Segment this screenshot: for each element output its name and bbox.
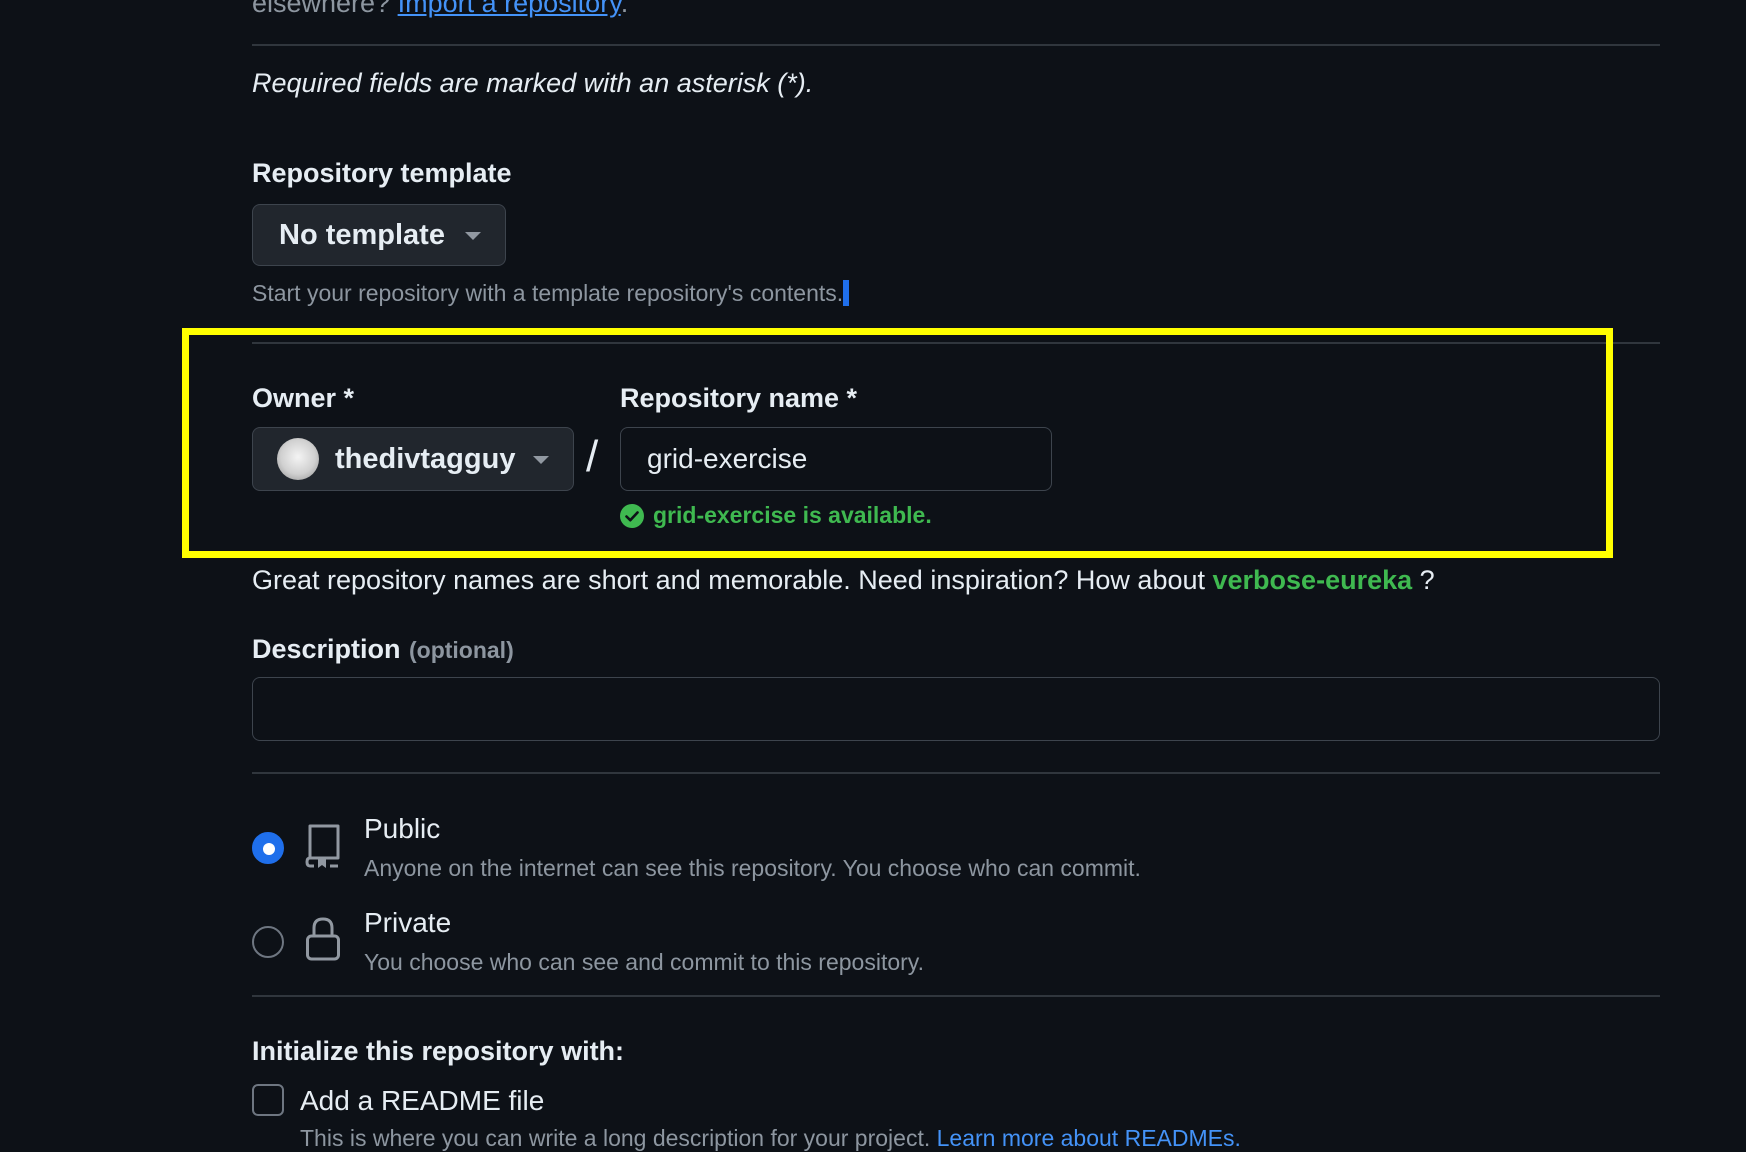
chevron-down-icon: [533, 456, 549, 464]
repo-name-label: Repository name *: [620, 383, 858, 413]
suggestion-suffix: ?: [1419, 565, 1435, 595]
availability-message: grid-exercise is available.: [620, 502, 932, 529]
import-suffix: .: [620, 0, 629, 18]
divider-description: [252, 772, 1660, 774]
repo-icon: [304, 822, 342, 870]
public-description: Anyone on the internet can see this repo…: [364, 855, 1141, 881]
owner-repo-separator: /: [586, 432, 599, 481]
import-repository-link[interactable]: Import a repository: [398, 0, 621, 18]
avatar: [277, 438, 319, 480]
template-help-text: Start your repository with a template re…: [252, 280, 850, 307]
owner-select-button[interactable]: thedivtagguy: [252, 427, 574, 491]
initialize-heading: Initialize this repository with:: [252, 1036, 625, 1066]
readme-label: Add a README file: [300, 1085, 545, 1116]
lock-icon: [304, 916, 342, 962]
readme-description: This is where you can write a long descr…: [300, 1125, 1241, 1152]
divider-visibility: [252, 995, 1660, 997]
required-fields-note: Required fields are marked with an aster…: [252, 68, 814, 98]
readme-desc-text: This is where you can write a long descr…: [300, 1125, 931, 1151]
template-selected: No template: [279, 218, 445, 251]
learn-more-readmes-link[interactable]: Learn more about READMEs.: [937, 1125, 1241, 1151]
text-cursor: [843, 280, 850, 306]
availability-text: grid-exercise is available.: [653, 502, 932, 528]
chevron-down-icon: [465, 232, 481, 240]
description-label: Description: [252, 634, 401, 664]
suggested-name-link[interactable]: verbose-eureka: [1213, 565, 1413, 595]
description-input[interactable]: [252, 677, 1660, 741]
check-circle-icon: [620, 503, 644, 528]
readme-checkbox[interactable]: [252, 1084, 284, 1116]
template-select-button[interactable]: No template: [252, 204, 506, 266]
template-help-content: Start your repository with a template re…: [252, 280, 844, 306]
import-prefix: elsewhere?: [252, 0, 391, 18]
public-title: Public: [364, 813, 441, 844]
divider-top: [252, 44, 1660, 46]
description-label-row: Description (optional): [252, 634, 514, 665]
private-description: You choose who can see and commit to thi…: [364, 949, 924, 975]
owner-label: Owner *: [252, 383, 355, 413]
public-radio[interactable]: [252, 832, 284, 864]
repo-name-input[interactable]: grid-exercise: [620, 427, 1052, 491]
name-suggestion: Great repository names are short and mem…: [252, 565, 1435, 596]
import-line: elsewhere? Import a repository.: [252, 0, 628, 19]
private-title: Private: [364, 907, 452, 938]
optional-tag: (optional): [408, 637, 514, 663]
suggestion-text: Great repository names are short and mem…: [252, 565, 1205, 595]
template-label: Repository template: [252, 158, 512, 188]
private-radio[interactable]: [252, 926, 284, 958]
owner-selected: thedivtagguy: [335, 442, 516, 475]
